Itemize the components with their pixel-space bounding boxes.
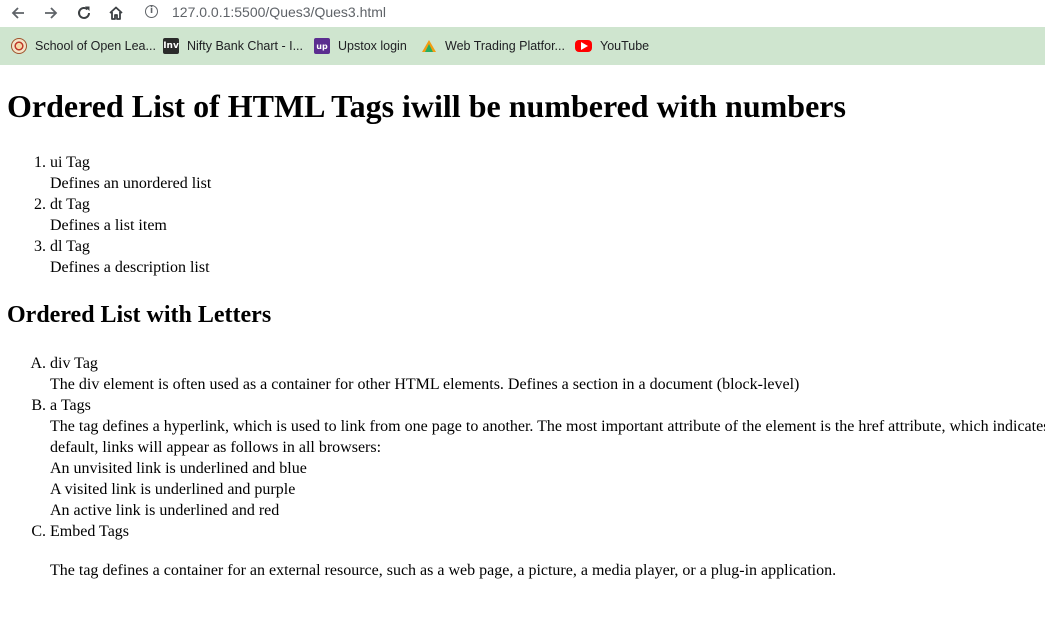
back-button[interactable]: [6, 2, 30, 24]
home-icon: [109, 6, 123, 20]
list-marker: 2.: [34, 196, 46, 213]
list-term: a Tags: [50, 397, 91, 414]
list-description: The tag defines a hyperlink, which is us…: [50, 418, 1045, 435]
page-content: Ordered List of HTML Tags iwill be numbe…: [0, 66, 1045, 638]
lettered-list: A. div Tag The div element is often used…: [0, 353, 1045, 581]
list-description: The div element is often used as a conta…: [50, 376, 800, 393]
bookmark-label: YouTube: [600, 39, 650, 53]
list-marker: 1.: [34, 154, 46, 171]
site-info-icon[interactable]: i: [145, 5, 158, 18]
list-item: A. div Tag The div element is often used…: [0, 353, 1045, 395]
inv-logo-icon: Inv: [163, 38, 179, 54]
reload-icon: [78, 6, 90, 19]
home-button[interactable]: [104, 2, 128, 24]
back-arrow-icon: [11, 7, 24, 19]
list-description: The tag defines a container for an exter…: [50, 562, 837, 579]
browser-toolbar: i 127.0.0.1:5500/Ques3/Ques3.html: [0, 0, 1045, 27]
list-marker: 3.: [34, 238, 46, 255]
trading-logo-icon: [421, 38, 437, 54]
youtube-logo-icon: [575, 40, 592, 52]
list-description: Defines a description list: [50, 259, 210, 276]
bookmark-youtube[interactable]: YouTube: [575, 37, 649, 55]
forward-arrow-icon: [45, 7, 58, 19]
list-item: C. Embed Tags The tag defines a containe…: [0, 521, 1045, 581]
list-description: An unvisited link is underlined and blue: [50, 460, 307, 477]
list-term: dt Tag: [50, 196, 90, 213]
list-term: Embed Tags: [50, 523, 130, 540]
numbered-list: 1. ui Tag Defines an unordered list 2. d…: [0, 152, 1045, 278]
list-description: A visited link is underlined and purple: [50, 481, 296, 498]
list-description: Defines a list item: [50, 217, 167, 234]
page-title: Ordered List of HTML Tags iwill be numbe…: [7, 88, 846, 124]
url-text[interactable]: 127.0.0.1:5500/Ques3/Ques3.html: [172, 4, 386, 20]
list-item: 1. ui Tag Defines an unordered list: [0, 152, 1045, 194]
bookmark-nifty[interactable]: Inv Nifty Bank Chart - I...: [163, 37, 303, 55]
list-description: default, links will appear as follows in…: [50, 439, 382, 456]
address-bar[interactable]: i 127.0.0.1:5500/Ques3/Ques3.html: [136, 0, 1045, 27]
bookmark-trading[interactable]: Web Trading Platfor...: [421, 37, 565, 55]
bookmark-school[interactable]: School of Open Lea...: [11, 37, 156, 55]
list-marker: B.: [31, 397, 46, 414]
list-description: Defines an unordered list: [50, 175, 212, 192]
bookmark-label: Web Trading Platfor...: [445, 39, 565, 53]
list-item: 3. dl Tag Defines a description list: [0, 236, 1045, 278]
upstox-logo-icon: up: [314, 38, 330, 54]
bookmark-label: School of Open Lea...: [35, 39, 156, 53]
list-term: div Tag: [50, 355, 98, 372]
list-marker: A.: [30, 355, 46, 372]
list-description: An active link is underlined and red: [50, 502, 280, 519]
list-item: B. a Tags The tag defines a hyperlink, w…: [0, 395, 1045, 521]
bookmark-label: Upstox login: [338, 39, 407, 53]
school-logo-icon: [11, 38, 27, 54]
list-term: dl Tag: [50, 238, 90, 255]
bookmark-upstox[interactable]: up Upstox login: [314, 37, 407, 55]
list-term: ui Tag: [50, 154, 90, 171]
reload-button[interactable]: [72, 2, 96, 24]
forward-button[interactable]: [39, 2, 63, 24]
browser-chrome: i 127.0.0.1:5500/Ques3/Ques3.html School…: [0, 0, 1045, 65]
bookmark-label: Nifty Bank Chart - I...: [187, 39, 304, 53]
section-heading: Ordered List with Letters: [7, 302, 272, 328]
list-marker: C.: [31, 523, 46, 540]
bookmarks-bar: School of Open Lea... Inv Nifty Bank Cha…: [0, 32, 1045, 60]
list-item: 2. dt Tag Defines a list item: [0, 194, 1045, 236]
